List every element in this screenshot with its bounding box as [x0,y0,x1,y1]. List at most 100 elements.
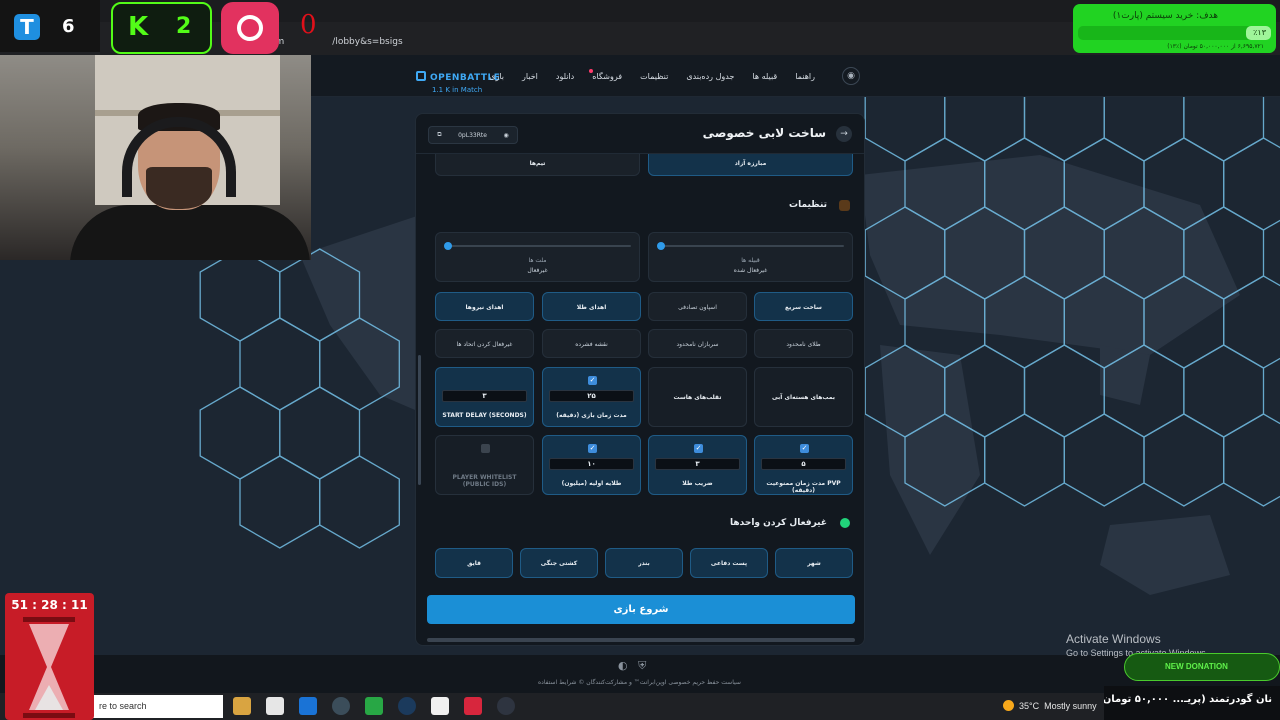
security-icon[interactable] [365,697,383,715]
nation-slider-track[interactable] [446,245,631,247]
toggle-gold-donation[interactable]: اهدای طلا [542,292,641,321]
setting-blue-nukes[interactable]: بمب‌های هسته‌ای آبی [754,367,853,427]
clan-slider-knob[interactable] [657,242,665,250]
nav-news[interactable]: اخبار [513,72,547,81]
lobby-code-chip[interactable]: ⧉ 0pL33Rte ◉ [428,126,518,144]
horizontal-scrollbar[interactable] [427,638,855,642]
number-input[interactable]: ۳ [442,390,527,402]
steam-icon[interactable] [398,697,416,715]
setting-game-duration[interactable]: ✓ ۲۵ مدت زمان بازی (دقیقه) [542,367,641,427]
weather-text: Mostly sunny [1044,701,1097,711]
back-arrow-icon[interactable]: → [836,126,852,142]
nav-store[interactable]: فروشگاه [583,69,631,81]
app-icon[interactable] [431,697,449,715]
toggle-quick-build[interactable]: ساخت سریع [754,292,853,321]
mode-ffa-label: مبارزه آزاد [734,160,767,167]
hex-cell [1183,95,1265,162]
chrome-icon[interactable] [332,697,350,715]
nav-store-label: فروشگاه [592,72,623,81]
weather-widget[interactable]: 35°C Mostly sunny [1003,700,1097,711]
number-input[interactable]: ۳ [655,458,740,470]
setting-gold-multiplier[interactable]: ✓ ۳ ضریب طلا [648,435,747,495]
setting-label: مدت زمان بازی (دقیقه) [556,412,627,419]
hex-cell [984,413,1065,507]
shield-icon[interactable]: ⛨ [638,659,646,672]
toggle-label: اهدای نیروها [465,304,504,311]
nation-mode-slider-card[interactable]: ملت ها غیرفعال [435,232,640,282]
nav-game[interactable]: بازی [480,72,513,81]
clan-mode-slider-card[interactable]: قبیله ها غیرفعال شده [648,232,853,282]
clan-mode-value: غیرفعال شده [733,267,768,274]
address-bar[interactable]: am/lobby&s=bsigs [270,37,403,47]
hex-cell [279,386,361,480]
toggle-troop-donation[interactable]: اهدای نیروها [435,292,534,321]
checkbox[interactable]: ✓ [588,444,597,453]
subscriber-widget: T 6 [0,0,100,52]
setting-pvp-ban-duration[interactable]: ✓ ۵ مدت زمان ممنوعیت PVP (دقیقه) [754,435,853,495]
number-input[interactable]: ۲۵ [549,390,634,402]
number-input[interactable]: ۵ [761,458,846,470]
toggle-label: سربازان نامحدود [676,341,719,348]
calculator-icon[interactable] [266,697,284,715]
unit-boat[interactable]: قایق [435,548,513,578]
outlook-icon[interactable] [299,697,317,715]
unit-city[interactable]: شهر [775,548,853,578]
start-game-button[interactable]: شروع بازی [427,595,855,624]
clan-mode-label: قبیله ها [741,257,760,264]
setting-player-whitelist[interactable]: PLAYER WHITELIST (PUBLIC IDS) [435,435,534,495]
hourglass-icon [23,617,75,718]
nav-settings[interactable]: تنظیمات [631,72,677,81]
number-input[interactable]: ۱۰ [549,458,634,470]
eye-icon[interactable]: ◉ [503,132,508,139]
nav-help[interactable]: راهنما [786,72,824,81]
setting-label: بمب‌های هسته‌ای آبی [771,394,835,401]
webcam-feed [0,55,311,260]
clan-slider-track[interactable] [659,245,844,247]
unit-defense-post[interactable]: پست دفاعی [690,548,768,578]
copy-icon[interactable]: ⧉ [437,131,441,139]
discord-icon[interactable]: ◐ [618,659,628,672]
unit-label: بندر [638,560,650,567]
checkbox[interactable]: ✓ [800,444,809,453]
taskbar-search[interactable]: re to search [93,695,223,718]
footer-links[interactable]: سیاست حفظ حریم خصوصی اوپن‌ابرانت™ و مشار… [538,679,741,686]
windows-taskbar: re to search 35°C Mostly sunny [0,693,1280,720]
kick-count: 2 [176,14,192,39]
setting-initial-gold[interactable]: ✓ ۱۰ طلایه اولیه (میلیون) [542,435,641,495]
toggle-disable-alliances[interactable]: غیرفعال کردن اتحاد ها [435,329,534,358]
unit-label: قایق [467,560,481,567]
mode-teams-tab[interactable]: تیم‌ها [435,154,640,176]
modal-scrollbar[interactable] [418,355,421,485]
mode-ffa-tab[interactable]: مبارزه آزاد [648,154,853,176]
hex-cell [864,95,946,162]
toggle-label: اسپاون تصادفی [678,304,717,311]
logo-icon [416,71,426,81]
toggle-unlimited-gold[interactable]: طلای نامحدود [754,329,853,358]
nav-clans[interactable]: قبیله ها [743,72,786,81]
goal-percent: ٪۱۳ [1253,28,1266,37]
setting-host-cheats[interactable]: تقلب‌های هاست [648,367,747,427]
checkbox[interactable]: ✓ [588,376,597,385]
checkbox[interactable]: ✓ [694,444,703,453]
setting-start-delay[interactable]: ۳ START DELAY (SECONDS) [435,367,534,427]
obs-icon[interactable] [497,697,515,715]
hex-cell [239,455,321,549]
toggle-random-spawn[interactable]: اسپاون تصادفی [648,292,747,321]
toggle-unlimited-troops[interactable]: سربازان نامحدود [648,329,747,358]
game-launcher-icon[interactable] [464,697,482,715]
nation-slider-knob[interactable] [444,242,452,250]
toggle-label: نقشه فشرده [575,341,608,348]
modal-scroll-area[interactable]: مبارزه آزاد تیم‌ها تنظیمات قبیله ها غیرف… [416,154,864,587]
unit-port[interactable]: بندر [605,548,683,578]
site-footer: ◐ ⛨ سیاست حفظ حریم خصوصی اوپن‌ابرانت™ و … [0,655,1280,693]
nav-leaderboard[interactable]: جدول رده‌بندی [677,72,743,81]
toggle-compact-map[interactable]: نقشه فشرده [542,329,641,358]
profile-icon[interactable]: ◉ [842,67,860,85]
checkbox[interactable] [481,444,490,453]
file-explorer-icon[interactable] [233,697,251,715]
nav-download[interactable]: دانلود [547,72,583,81]
social-icons[interactable]: ◐ ⛨ [618,659,646,673]
setting-label: طلایه اولیه (میلیون) [561,480,622,487]
unit-warship[interactable]: کشتی جنگی [520,548,598,578]
kick-logo-icon: K [128,12,149,42]
